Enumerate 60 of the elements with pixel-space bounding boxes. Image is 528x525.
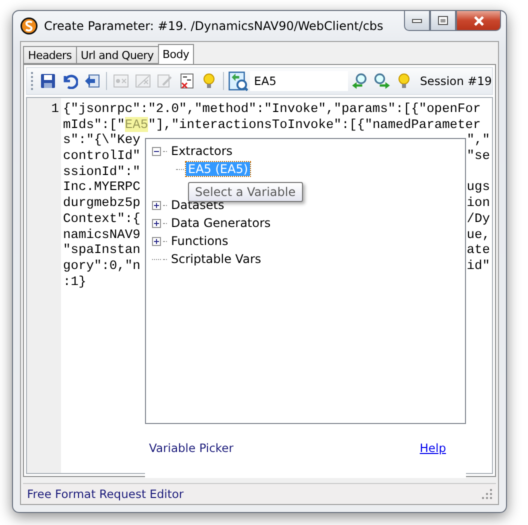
- spellcheck-icon: [179, 73, 195, 89]
- maximize-button[interactable]: [430, 11, 456, 31]
- expand-icon[interactable]: [152, 236, 161, 246]
- lightbulb-icon: [201, 73, 217, 89]
- code-line: :1}: [63, 274, 86, 290]
- maximize-icon: [438, 16, 448, 25]
- code-line: ugs: [466, 179, 490, 196]
- code-line: s":"{\"Key: [63, 132, 140, 148]
- picker-title: Variable Picker: [149, 441, 234, 455]
- undo-icon: [62, 73, 78, 89]
- import-icon: [84, 73, 100, 89]
- toolbar-button[interactable]: [228, 70, 248, 92]
- code-line: {"jsonrpc":"2.0","method":"Invoke","params":[{"openFor: [63, 101, 481, 117]
- code-line: Inc.MYERPC: [63, 179, 140, 196]
- code-line: namicsNAV9: [63, 226, 140, 242]
- close-button[interactable]: [456, 11, 501, 31]
- close-icon: [472, 16, 484, 26]
- tree-item[interactable]: Extractors: [169, 144, 235, 158]
- collapse-icon[interactable]: [152, 146, 161, 156]
- session-label: Session #19: [420, 74, 492, 88]
- edit-icon: [157, 73, 173, 89]
- code-line: "spaInstan: [63, 242, 140, 258]
- tree-item[interactable]: Scriptable Vars: [169, 252, 264, 266]
- line-number: 1: [51, 101, 59, 116]
- code-line: mIds":["EA5"],"interactionsToInvoke":[{"namedParameter: [63, 116, 481, 132]
- code-line: ssionId":": [63, 164, 140, 180]
- resize-grip-icon: [482, 489, 492, 499]
- expand-icon[interactable]: [152, 200, 161, 210]
- tooltip: Select a Variable: [188, 182, 303, 202]
- code-line: "se: [466, 148, 490, 164]
- status-text: Free Format Request Editor: [27, 487, 184, 501]
- code-line: gory":0,"n: [63, 258, 140, 274]
- find-previous-icon: [351, 72, 369, 90]
- remove-parameter-icon: [135, 73, 151, 89]
- save-icon: [40, 73, 56, 89]
- minimize-icon: [412, 18, 422, 22]
- lightbulb-icon: [396, 73, 412, 89]
- code-line: ",": [466, 132, 490, 148]
- code-line: Context":{: [63, 210, 140, 226]
- code-line: ion: [466, 195, 490, 211]
- help-link[interactable]: Help: [420, 441, 446, 455]
- tree-item[interactable]: Data Generators: [169, 216, 273, 230]
- search-field[interactable]: EA5: [250, 71, 348, 91]
- code-line: durgmebz5p: [63, 195, 140, 211]
- page-search-icon: [228, 71, 248, 91]
- find-next-icon: [373, 72, 391, 90]
- code-line: /Dy: [466, 210, 490, 226]
- window-title: Create Parameter: #19. /DynamicsNAV90/WebClient/cbs: [44, 19, 384, 33]
- code-line: controlId": [63, 148, 140, 164]
- code-line: ue,: [466, 226, 490, 242]
- tab[interactable]: Headers: [23, 46, 77, 64]
- minimize-button[interactable]: [404, 11, 430, 31]
- parameter-icon: [113, 73, 129, 89]
- app-logo-icon: [20, 17, 38, 35]
- code-line: id": [466, 258, 490, 274]
- tree-item[interactable]: Functions: [169, 234, 230, 248]
- tab[interactable]: Body: [158, 44, 194, 64]
- code-line: ate: [466, 242, 490, 258]
- tab[interactable]: Url and Query: [76, 46, 159, 64]
- expand-icon[interactable]: [152, 218, 161, 228]
